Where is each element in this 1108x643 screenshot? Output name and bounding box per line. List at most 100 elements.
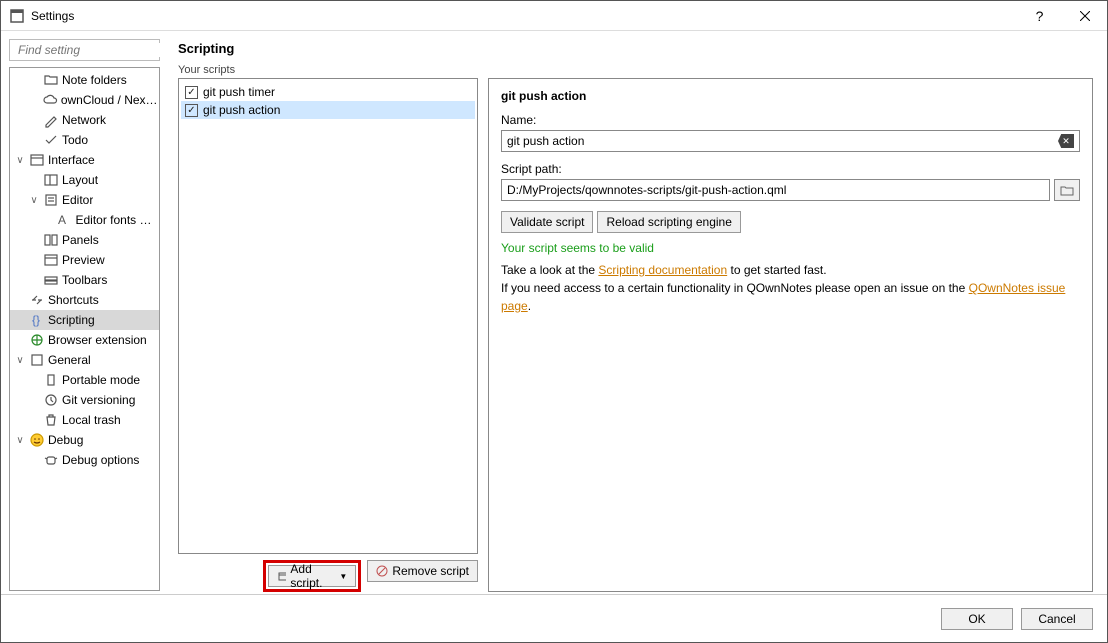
tree-label: Shortcuts xyxy=(48,293,99,307)
clear-icon[interactable]: ✕ xyxy=(1058,134,1074,148)
search-input[interactable] xyxy=(18,43,175,57)
tree-label: Local trash xyxy=(62,413,121,427)
remove-script-button[interactable]: Remove script xyxy=(367,560,478,582)
tree-item-network[interactable]: Network xyxy=(10,110,159,130)
tree-item-toolbars[interactable]: Toolbars xyxy=(10,270,159,290)
clock-icon xyxy=(43,392,59,408)
expand-icon: ∨ xyxy=(14,435,26,446)
tree-item-debug-options[interactable]: Debug options xyxy=(10,450,159,470)
script-list[interactable]: ✓git push timer✓git push action xyxy=(178,78,478,554)
tree-item-layout[interactable]: Layout xyxy=(10,170,159,190)
help-button[interactable]: ? xyxy=(1017,1,1062,31)
doc-link[interactable]: Scripting documentation xyxy=(598,263,727,277)
cancel-button[interactable]: Cancel xyxy=(1021,608,1093,630)
tree-item-interface[interactable]: ∨Interface xyxy=(10,150,159,170)
tree-item-scripting[interactable]: {} Scripting xyxy=(10,310,159,330)
general-icon xyxy=(29,352,45,368)
window-title: Settings xyxy=(31,9,1017,23)
tree-label: General xyxy=(48,353,91,367)
tree-item-panels[interactable]: Panels xyxy=(10,230,159,250)
usb-icon xyxy=(43,372,59,388)
add-script-highlight: Add script. ▼ xyxy=(263,560,361,592)
help-text: Take a look at the Scripting documentati… xyxy=(501,261,1080,315)
tree-label: Todo xyxy=(62,133,88,147)
tree-item-editor[interactable]: ∨ Editor xyxy=(10,190,159,210)
script-item[interactable]: ✓git push timer xyxy=(181,83,475,101)
add-icon xyxy=(277,570,286,582)
tree-item-git-versioning[interactable]: Git versioning xyxy=(10,390,159,410)
tree-label: Browser extension xyxy=(48,333,147,347)
check-icon xyxy=(43,132,59,148)
tree-label: Git versioning xyxy=(62,393,135,407)
dialog-footer: OK Cancel xyxy=(1,594,1107,642)
smile-icon xyxy=(29,432,45,448)
tree-item-general[interactable]: ∨ General xyxy=(10,350,159,370)
tree-item-editor-fonts-[interactable]: A Editor fonts & … xyxy=(10,210,159,230)
settings-tree[interactable]: Note folders ownCloud / Nextcl… Network Tod… xyxy=(9,67,160,591)
script-icon: {} xyxy=(29,312,45,328)
folder-icon xyxy=(1060,184,1074,196)
shortcut-icon xyxy=(29,292,45,308)
sidebar: Note folders ownCloud / Nextcl… Network Tod… xyxy=(1,31,166,593)
tree-label: Preview xyxy=(62,253,105,267)
trash-icon xyxy=(43,412,59,428)
script-label: git push action xyxy=(203,103,280,117)
svg-text:A: A xyxy=(58,213,66,227)
tree-item-browser-extension[interactable]: Browser extension xyxy=(10,330,159,350)
detail-title: git push action xyxy=(501,89,1080,103)
add-script-button[interactable]: Add script. ▼ xyxy=(268,565,356,587)
tree-item-note-folders[interactable]: Note folders xyxy=(10,70,159,90)
tree-label: ownCloud / Nextcl… xyxy=(61,93,159,107)
tree-label: Scripting xyxy=(48,313,95,327)
tree-item-owncloud-nextcl-[interactable]: ownCloud / Nextcl… xyxy=(10,90,159,110)
tree-label: Portable mode xyxy=(62,373,140,387)
expand-icon: ∨ xyxy=(28,195,40,206)
page-heading: Scripting xyxy=(178,41,1093,56)
app-icon xyxy=(9,8,25,24)
tree-item-debug[interactable]: ∨ Debug xyxy=(10,430,159,450)
preview-icon xyxy=(43,252,59,268)
name-input[interactable] xyxy=(507,134,1058,148)
script-item[interactable]: ✓ git push action xyxy=(181,101,475,119)
tree-item-portable-mode[interactable]: Portable mode xyxy=(10,370,159,390)
main-panel: Scripting Your scripts ✓git push timer✓g… xyxy=(166,31,1107,593)
tree-item-local-trash[interactable]: Local trash xyxy=(10,410,159,430)
cloud-icon xyxy=(42,92,58,108)
name-field-wrap: ✕ xyxy=(501,130,1080,152)
path-label: Script path: xyxy=(501,162,1080,176)
path-input[interactable] xyxy=(507,183,1044,197)
search-box[interactable] xyxy=(9,39,160,61)
script-detail: git push action Name: ✕ Script path: xyxy=(488,78,1093,592)
tree-label: Note folders xyxy=(62,73,127,87)
validation-message: Your script seems to be valid xyxy=(501,241,1080,255)
window-icon xyxy=(29,152,45,168)
checkbox[interactable]: ✓ xyxy=(185,86,198,99)
expand-icon: ∨ xyxy=(14,355,26,366)
layout-icon xyxy=(43,172,59,188)
tree-label: Debug xyxy=(48,433,83,447)
tree-item-todo[interactable]: Todo xyxy=(10,130,159,150)
tree-label: Editor fonts & … xyxy=(75,213,159,227)
font-icon: A xyxy=(56,212,72,228)
tree-label: Interface xyxy=(48,153,95,167)
tree-label: Toolbars xyxy=(62,273,107,287)
tree-item-shortcuts[interactable]: Shortcuts xyxy=(10,290,159,310)
tree-label: Layout xyxy=(62,173,98,187)
tree-label: Editor xyxy=(62,193,93,207)
panels-icon xyxy=(43,232,59,248)
globe-icon xyxy=(29,332,45,348)
tree-item-preview[interactable]: Preview xyxy=(10,250,159,270)
checkbox[interactable]: ✓ xyxy=(185,104,198,117)
close-button[interactable] xyxy=(1062,1,1107,31)
reload-button[interactable]: Reload scripting engine xyxy=(597,211,740,233)
browse-button[interactable] xyxy=(1054,179,1080,201)
ok-button[interactable]: OK xyxy=(941,608,1013,630)
path-field-wrap xyxy=(501,179,1050,201)
tree-label: Debug options xyxy=(62,453,139,467)
titlebar: Settings ? xyxy=(1,1,1107,31)
remove-icon xyxy=(376,565,388,577)
svg-text:{}: {} xyxy=(32,313,40,327)
pencil-icon xyxy=(43,112,59,128)
name-label: Name: xyxy=(501,113,1080,127)
validate-button[interactable]: Validate script xyxy=(501,211,593,233)
